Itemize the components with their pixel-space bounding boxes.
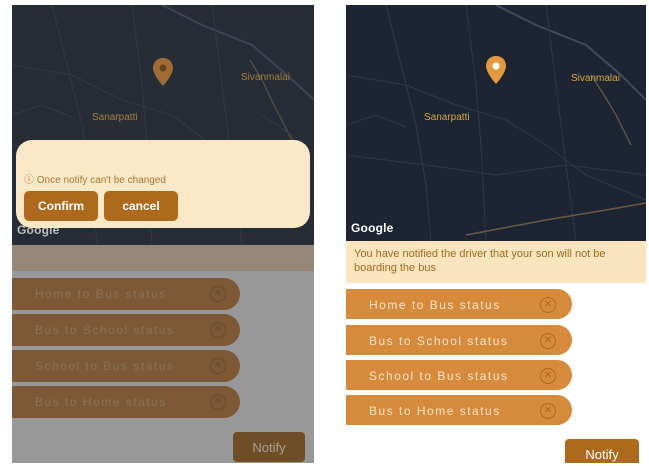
status-label: Bus to School status (369, 334, 509, 348)
modal-overlay[interactable] (12, 5, 314, 463)
status-item-school-to-bus[interactable]: School to Bus status ✕ (346, 360, 572, 390)
status-item-bus-to-school[interactable]: Bus to School status ✕ (346, 325, 572, 355)
right-screen: Sanarpatti Sivanmalai Google You have no… (346, 5, 646, 463)
status-label: Bus to Home status (369, 404, 501, 418)
status-label: School to Bus status (369, 369, 509, 383)
close-circle-icon[interactable]: ✕ (540, 403, 556, 419)
confirm-dialog: ⓘ Once notify can't be changed Confirm c… (16, 140, 310, 228)
left-screen: Sanarpatti Sivanmalai Google Home to Bus… (12, 5, 314, 463)
notice-banner: You have notified the driver that your s… (346, 241, 646, 283)
map-view[interactable]: Sanarpatti Sivanmalai Google (346, 5, 646, 241)
map-pin-icon[interactable] (485, 55, 507, 85)
map-place-label: Sivanmalai (571, 73, 620, 84)
close-circle-icon[interactable]: ✕ (540, 297, 556, 313)
status-item-home-to-bus[interactable]: Home to Bus status ✕ (346, 289, 572, 319)
close-circle-icon[interactable]: ✕ (540, 368, 556, 384)
map-place-label: Sanarpatti (424, 112, 470, 123)
status-item-bus-to-home[interactable]: Bus to Home status ✕ (346, 395, 572, 425)
google-logo: Google (351, 221, 394, 235)
close-circle-icon[interactable]: ✕ (540, 333, 556, 349)
status-label: Home to Bus status (369, 298, 501, 312)
notice-text: You have notified the driver that your s… (354, 248, 606, 274)
confirm-button[interactable]: Confirm (24, 191, 98, 221)
notify-button[interactable]: Notify (565, 439, 639, 463)
dialog-message: ⓘ Once notify can't be changed (24, 175, 166, 186)
cancel-button[interactable]: cancel (104, 191, 178, 221)
map-roads (346, 5, 646, 241)
